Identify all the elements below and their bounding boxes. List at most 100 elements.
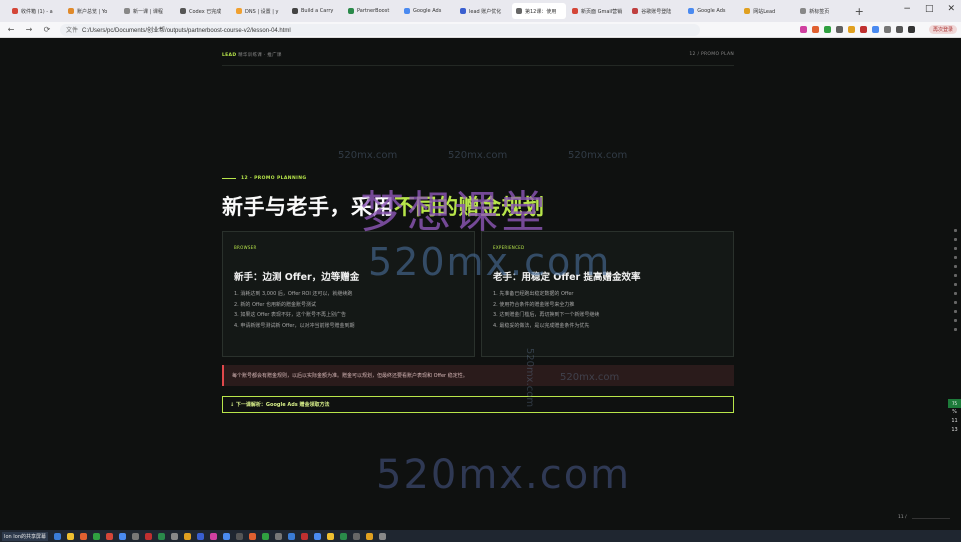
- browser-tab[interactable]: Google Ads: [684, 3, 738, 19]
- extension-icon[interactable]: [799, 26, 807, 33]
- browser-tab[interactable]: 新一课 | 课程: [120, 3, 174, 19]
- taskbar-app-icon[interactable]: [314, 532, 321, 540]
- extension-icon[interactable]: [895, 26, 903, 33]
- extension-icon[interactable]: [883, 26, 891, 33]
- profile-button[interactable]: 再次登录: [928, 25, 957, 34]
- tab-favicon-icon: [688, 8, 695, 14]
- tab-label: DNS | 设置 | y: [245, 8, 279, 15]
- tab-favicon-icon: [800, 8, 807, 14]
- tab-favicon-icon: [632, 8, 639, 14]
- side-stats-widget[interactable]: 75 % 11 13: [948, 399, 961, 435]
- forward-button[interactable]: →: [24, 25, 34, 34]
- extension-icon[interactable]: [823, 26, 831, 33]
- tab-label: 新标签页: [809, 8, 830, 15]
- browser-tab[interactable]: 收件箱 (1) - a: [8, 3, 62, 19]
- taskbar-app-icon[interactable]: [80, 532, 87, 540]
- watermark-small: 520mx.com: [448, 150, 508, 161]
- tab-favicon-icon: [744, 8, 751, 14]
- extension-icon[interactable]: [859, 26, 867, 33]
- taskbar-app-icon[interactable]: [93, 532, 100, 540]
- maximize-button[interactable]: □: [925, 4, 934, 14]
- list-item: 1. 先准备已经跑出稳定数据的 Offer: [493, 291, 574, 297]
- card-tag: BROWSER: [234, 245, 257, 250]
- list-item: 3. 如果这 Offer 表现不好，这个账号不再上别广告: [234, 312, 347, 318]
- watermark-small: 520mx.com: [524, 347, 536, 408]
- taskbar-app-icon[interactable]: [301, 532, 308, 540]
- taskbar-app-icon[interactable]: [249, 532, 256, 540]
- tab-label: Google Ads: [413, 8, 442, 14]
- course-brand: LEAD 精华训练课 · 推广课: [222, 52, 282, 58]
- taskbar-app-icon[interactable]: [54, 532, 61, 540]
- taskbar-app-icon[interactable]: [106, 532, 113, 540]
- tab-favicon-icon: [348, 8, 354, 14]
- watermark-small: 520mx.com: [338, 150, 398, 161]
- tab-favicon-icon: [180, 8, 186, 14]
- tab-label: Codex 已完成: [189, 8, 222, 15]
- card-list: 1. 消耗达到 3,000 后，Offer ROI 还可以，就继续跑 2. 新的…: [234, 289, 354, 331]
- taskbar-app-icon[interactable]: [223, 532, 230, 540]
- extension-icon[interactable]: [871, 26, 879, 33]
- taskbar-app-icon[interactable]: [184, 532, 191, 540]
- tab-favicon-icon: [12, 8, 18, 14]
- taskbar-app-icon[interactable]: [288, 532, 295, 540]
- tab-label: Build a Carry: [301, 8, 334, 14]
- taskbar-app-icon[interactable]: [340, 532, 347, 540]
- address-bar-row: ← → ⟳ 文件 C:/Users/pc/Documents/创业帮/outpu…: [0, 22, 961, 38]
- back-button[interactable]: ←: [6, 25, 16, 34]
- browser-tab[interactable]: Google Ads: [400, 3, 454, 19]
- browser-tab[interactable]: 网站Lead: [740, 3, 794, 19]
- list-item: 2. 新的 Offer 也用新的赠金账号测试: [234, 301, 317, 308]
- extension-icon[interactable]: [847, 26, 855, 33]
- stats-line: 11: [951, 418, 958, 424]
- taskbar-app-icon[interactable]: [67, 532, 74, 540]
- taskbar-app-icon[interactable]: [327, 532, 334, 540]
- reload-button[interactable]: ⟳: [42, 25, 52, 34]
- browser-tab[interactable]: Build a Carry: [288, 3, 342, 19]
- section-kicker: 12 · PROMO PLANNING: [222, 176, 306, 181]
- browser-tab[interactable]: 新标签页: [796, 3, 850, 19]
- scroll-marker: [954, 265, 957, 268]
- scroll-marker: [954, 301, 957, 304]
- tab-label: 网站Lead: [753, 8, 776, 15]
- taskbar-app-icon[interactable]: [379, 532, 386, 540]
- taskbar-app-icon[interactable]: [262, 532, 269, 540]
- extension-icon[interactable]: [835, 26, 843, 33]
- browser-tab[interactable]: lead 账户优化: [456, 3, 510, 19]
- window-controls: − □ ✕: [903, 4, 955, 14]
- browser-tab[interactable]: PartnerBoost: [344, 3, 398, 19]
- taskbar-app-icon[interactable]: [171, 532, 178, 540]
- taskbar-app-icon[interactable]: [366, 532, 373, 540]
- extension-icon[interactable]: [907, 26, 915, 33]
- tab-favicon-icon: [516, 8, 522, 14]
- tab-favicon-icon: [460, 8, 466, 14]
- browser-tab[interactable]: Codex 已完成: [176, 3, 230, 19]
- list-item: 1. 消耗达到 3,000 后，Offer ROI 还可以，就继续跑: [234, 291, 353, 297]
- close-window-button[interactable]: ✕: [947, 4, 955, 14]
- stats-badge: 75: [948, 399, 961, 408]
- browser-tab[interactable]: DNS | 设置 | y: [232, 3, 286, 19]
- taskbar-app-icon[interactable]: [197, 532, 204, 540]
- browser-tab[interactable]: 新页面 Gmail营销: [568, 3, 626, 19]
- tab-label: 谷歌账号登陆: [641, 8, 672, 15]
- browser-tab[interactable]: 账户总览 | Yo: [64, 3, 118, 19]
- taskbar-app-icon[interactable]: [132, 532, 139, 540]
- tab-favicon-icon: [236, 8, 242, 14]
- taskbar-app-icon[interactable]: [145, 532, 152, 540]
- next-lesson-link[interactable]: ↓ 下一课解析：Google Ads 赠金领取方法: [222, 396, 734, 413]
- extension-toolbar: [799, 26, 915, 33]
- taskbar-app-icon[interactable]: [353, 532, 360, 540]
- taskbar-app-icon[interactable]: [210, 532, 217, 540]
- tab-label: lead 账户优化: [469, 8, 502, 15]
- url-field[interactable]: 文件 C:/Users/pc/Documents/创业帮/outputs/par…: [60, 23, 700, 36]
- minimize-button[interactable]: −: [903, 4, 911, 14]
- scroll-marker: [954, 310, 957, 313]
- taskbar-app-icon[interactable]: [275, 532, 282, 540]
- browser-tab[interactable]: 第12课：使用: [512, 3, 566, 19]
- browser-tab[interactable]: 谷歌账号登陆: [628, 3, 682, 19]
- taskbar-app-icon[interactable]: [236, 532, 243, 540]
- taskbar-app-icon[interactable]: [119, 532, 126, 540]
- taskbar-app-icon[interactable]: [158, 532, 165, 540]
- new-tab-button[interactable]: +: [852, 4, 866, 18]
- scroll-marker: [954, 283, 957, 286]
- extension-icon[interactable]: [811, 26, 819, 33]
